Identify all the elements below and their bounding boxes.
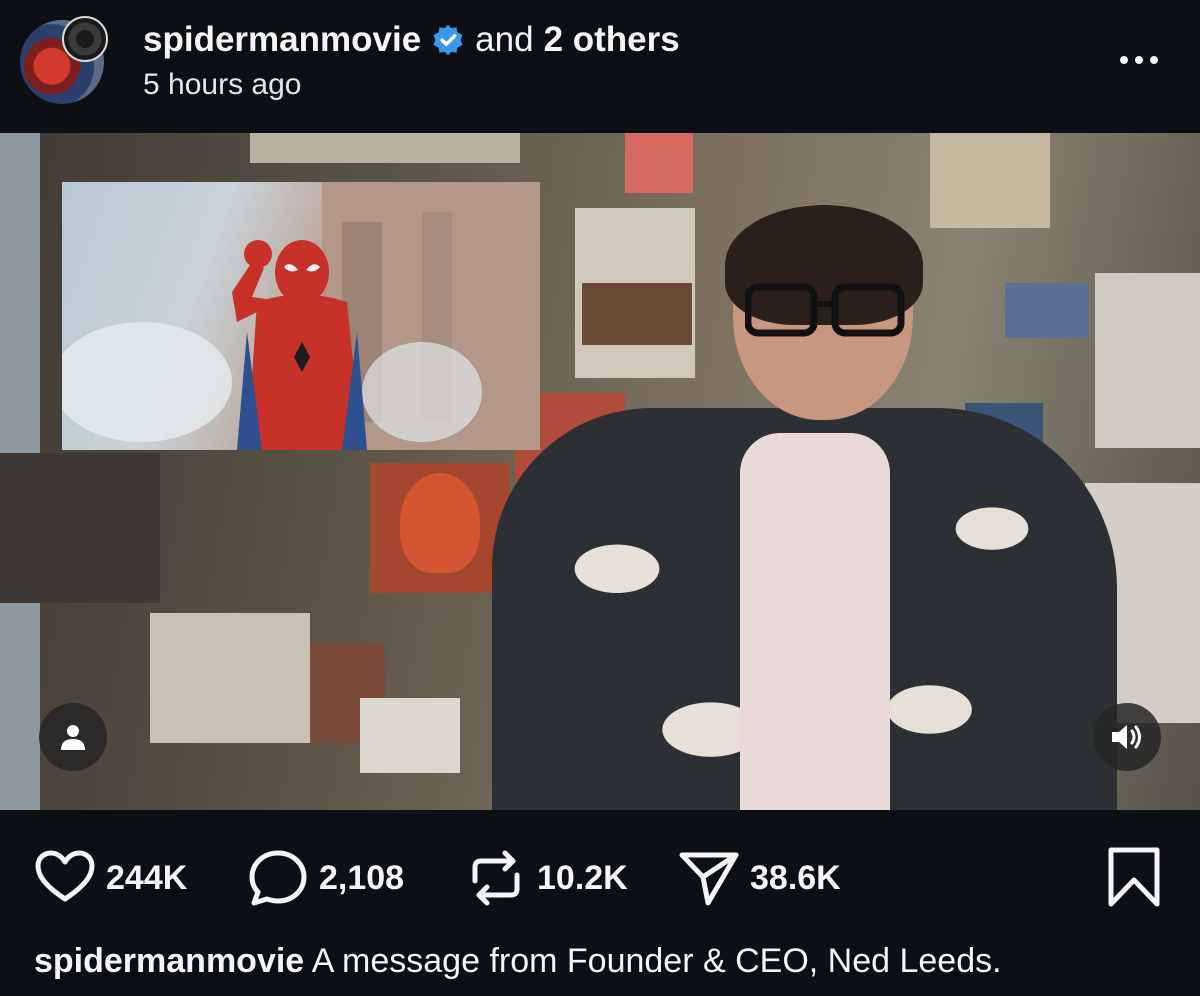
presenter-tee [740,433,890,810]
collaborators-link[interactable]: 2 others [544,20,680,60]
repost-count: 10.2K [537,858,628,897]
post-header: spidermanmovie and 2 others 5 hours ago [0,0,1200,133]
bookmark-icon[interactable] [1106,846,1162,908]
wall-clipping [1095,273,1200,448]
and-text: and [475,20,534,59]
like-button[interactable]: 244K [34,840,187,916]
spiderman-figure [62,182,540,450]
like-count: 244K [106,858,188,897]
comment-button[interactable]: 2,108 [247,840,404,916]
volume-icon-glyph [1112,725,1141,749]
more-dot [1135,56,1143,64]
volume-on-icon[interactable] [1093,703,1161,771]
post-actions: 244K 2,108 10.2K 38.6K [0,840,1200,916]
wall-clipping [1005,283,1088,338]
author-username[interactable]: spidermanmovie [143,20,421,60]
caption-text: A message from Founder & CEO, Ned Leeds. [311,942,1002,980]
post-timestamp: 5 hours ago [143,68,302,101]
collaborator-avatar[interactable] [62,16,108,62]
repost-button[interactable]: 10.2K [465,840,628,916]
inset-video-clip [62,182,540,450]
repost-icon [472,850,520,906]
comment-count: 2,108 [319,858,405,897]
more-dot [1120,56,1128,64]
author-row: spidermanmovie and 2 others [143,18,680,62]
heart-icon [35,850,95,902]
share-count: 38.6K [750,858,841,897]
send-icon [679,852,739,906]
user-icon-glyph [61,725,85,750]
wall-clipping [400,473,480,573]
comment-bubble-icon [249,850,307,906]
wall-clipping [150,613,310,743]
more-horizontal-icon[interactable] [1116,48,1162,72]
post-caption: spidermanmovie A message from Founder & … [34,942,1002,981]
wall-clipping [625,133,693,193]
wall-clipping [0,453,160,603]
more-dot [1150,56,1158,64]
wall-clipping [930,133,1050,228]
share-button[interactable]: 38.6K [678,840,841,916]
post-video[interactable] [0,133,1200,810]
caption-username[interactable]: spidermanmovie [34,942,304,980]
wall-clipping [250,133,520,163]
wall-clipping [582,283,692,345]
user-icon[interactable] [39,703,107,771]
presenter-glasses [745,283,905,337]
verified-badge-icon [433,24,463,56]
wall-clipping [360,698,460,773]
